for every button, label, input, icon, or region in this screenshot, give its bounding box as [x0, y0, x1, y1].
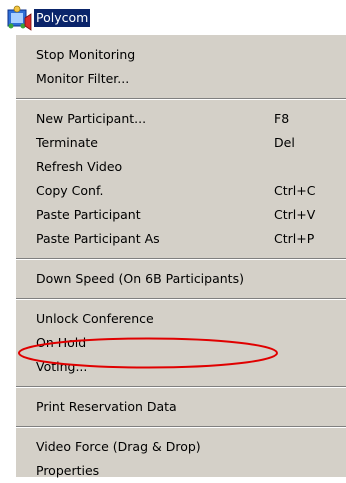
- menu-item-label: Refresh Video: [36, 159, 123, 174]
- menu-item-label: Print Reservation Data: [36, 399, 177, 414]
- menu-item-label: Down Speed (On 6B Participants): [36, 271, 244, 286]
- menu-separator: [16, 426, 346, 428]
- menu-item-on-hold[interactable]: On Hold: [16, 331, 346, 355]
- menu-item-unlock-conference[interactable]: Unlock Conference: [16, 307, 346, 331]
- menu-item-stop-monitoring[interactable]: Stop Monitoring: [16, 43, 346, 67]
- menu-item-label: Unlock Conference: [36, 311, 154, 326]
- menu-item-label: Monitor Filter...: [36, 71, 130, 86]
- menu-item-label: Video Force (Drag & Drop): [36, 439, 201, 454]
- menu-item-new-participant[interactable]: New Participant... F8: [16, 107, 346, 131]
- menu-separator: [16, 258, 346, 260]
- menu-item-label: Terminate: [36, 135, 98, 150]
- menu-item-voting[interactable]: Voting...: [16, 355, 346, 379]
- menu-item-monitor-filter[interactable]: Monitor Filter...: [16, 67, 346, 91]
- menu-item-label: Paste Participant: [36, 207, 141, 222]
- menu-item-paste-participant-as[interactable]: Paste Participant As Ctrl+P: [16, 227, 346, 251]
- menu-item-print-reservation-data[interactable]: Print Reservation Data: [16, 395, 346, 419]
- menu-separator: [16, 386, 346, 388]
- tree-node-label: Polycom: [34, 9, 91, 27]
- menu-item-shortcut: Del: [274, 135, 295, 150]
- menu-item-paste-participant[interactable]: Paste Participant Ctrl+V: [16, 203, 346, 227]
- menu-separator: [16, 98, 346, 100]
- menu-item-label: Paste Participant As: [36, 231, 160, 246]
- menu-item-properties[interactable]: Properties: [16, 459, 346, 483]
- tree-node-polycom[interactable]: Polycom: [6, 4, 91, 32]
- menu-item-label: On Hold: [36, 335, 87, 350]
- menu-item-copy-conf[interactable]: Copy Conf. Ctrl+C: [16, 179, 346, 203]
- context-menu: Stop Monitoring Monitor Filter... New Pa…: [15, 34, 346, 478]
- menu-separator: [16, 298, 346, 300]
- menu-item-refresh-video[interactable]: Refresh Video: [16, 155, 346, 179]
- menu-item-video-force[interactable]: Video Force (Drag & Drop): [16, 435, 346, 459]
- menu-item-terminate[interactable]: Terminate Del: [16, 131, 346, 155]
- menu-item-label: New Participant...: [36, 111, 147, 126]
- menu-item-label: Stop Monitoring: [36, 47, 136, 62]
- menu-item-label: Copy Conf.: [36, 183, 104, 198]
- menu-item-shortcut: Ctrl+P: [274, 231, 315, 246]
- menu-item-shortcut: F8: [274, 111, 290, 126]
- menu-item-shortcut: Ctrl+V: [274, 207, 316, 222]
- menu-item-shortcut: Ctrl+C: [274, 183, 316, 198]
- menu-item-label: Voting...: [36, 359, 88, 374]
- menu-item-down-speed[interactable]: Down Speed (On 6B Participants): [16, 267, 346, 291]
- polycom-tree-icon: [6, 4, 32, 32]
